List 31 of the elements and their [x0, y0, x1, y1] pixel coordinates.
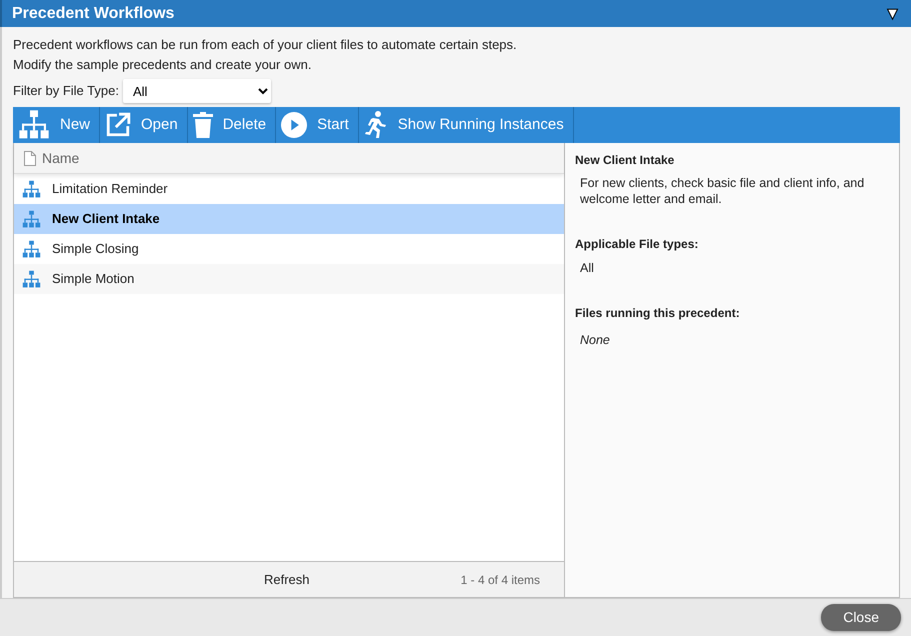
- document-icon: [24, 150, 36, 166]
- collapse-toggle[interactable]: ▼: [884, 5, 901, 22]
- play-icon: [281, 112, 308, 138]
- hierarchy-icon: [22, 270, 41, 288]
- refresh-button[interactable]: Refresh: [264, 570, 310, 590]
- running-figure-icon: [364, 111, 388, 139]
- detail-heading: Applicable File types:: [575, 237, 700, 252]
- intro-text: Precedent workflows can be run from each of your client files to automate certain steps.: [13, 36, 518, 54]
- detail-value: All: [580, 260, 595, 276]
- hierarchy-icon: [22, 180, 41, 198]
- list-row[interactable]: Simple Motion: [14, 264, 564, 294]
- external-link-icon: [105, 112, 132, 138]
- hierarchy-icon: [22, 210, 41, 228]
- pager-text: 1 - 4 of 4 items: [460, 572, 540, 588]
- list-row[interactable]: Limitation Reminder: [14, 174, 564, 204]
- filter-label: Filter by File Type:: [13, 82, 119, 100]
- trash-icon: [192, 112, 213, 138]
- file-type-select[interactable]: All: [122, 79, 271, 103]
- detail-heading: Files running this precedent:: [575, 306, 741, 320]
- intro-text: Modify the sample precedents and create your own.: [13, 56, 312, 74]
- detail-description: For new clients, check basic file and client info, and welcome letter and email.: [580, 175, 866, 208]
- column-title: Name: [42, 148, 80, 168]
- detail-heading: New Client Intake: [575, 153, 676, 168]
- detail-value: None: [580, 332, 611, 348]
- list-row[interactable]: Simple Closing: [14, 234, 564, 264]
- column-header[interactable]: Name: [14, 143, 564, 174]
- hierarchy-icon: [22, 240, 41, 258]
- list-row[interactable]: New Client Intake: [14, 204, 564, 234]
- close-button[interactable]: Close: [821, 604, 901, 631]
- window-title: Precedent Workflows: [12, 4, 174, 24]
- hierarchy-icon: [18, 109, 50, 141]
